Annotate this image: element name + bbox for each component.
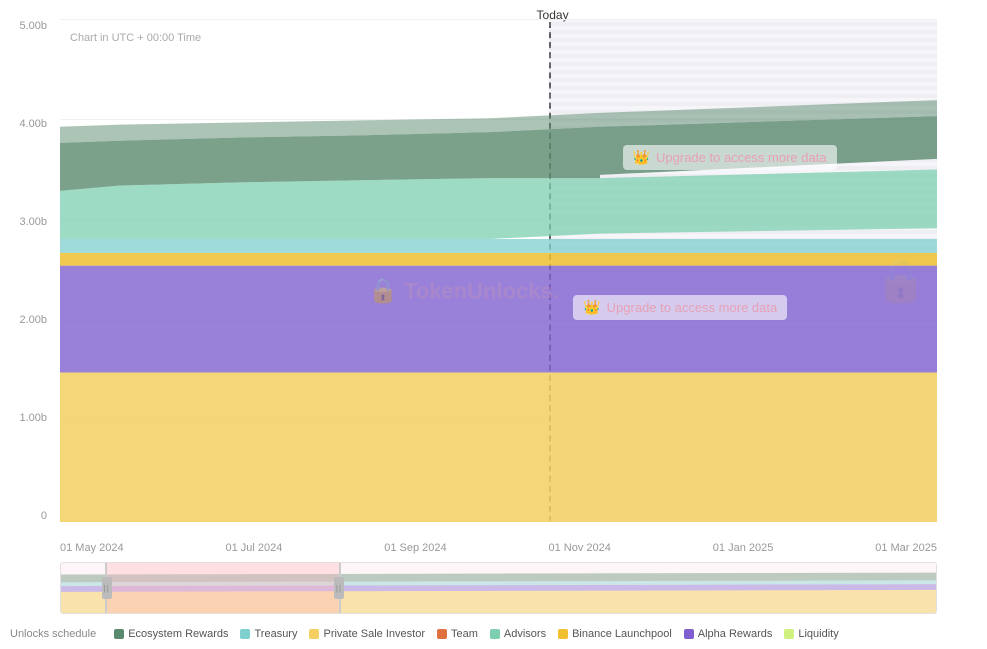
- legend-dot-liquidity: [784, 629, 794, 639]
- y-label-3: 3.00b: [0, 216, 47, 228]
- legend-item-alpha: Alpha Rewards: [684, 628, 773, 640]
- legend-dot-binance: [558, 629, 568, 639]
- chart-container: Chart in UTC + 00:00 Time Today 0 1.00b …: [0, 0, 987, 649]
- y-label-4: 4.00b: [0, 118, 47, 130]
- legend-item-advisors: Advisors: [490, 628, 546, 640]
- legend-dot-alpha: [684, 629, 694, 639]
- y-label-5: 5.00b: [0, 20, 47, 32]
- upgrade-text-mid: Upgrade to access more data: [607, 300, 778, 315]
- legend: Unlocks schedule Ecosystem Rewards Treas…: [0, 619, 987, 649]
- chart-area: Chart in UTC + 00:00 Time Today 0 1.00b …: [0, 0, 987, 562]
- legend-label-binance: Binance Launchpool: [572, 628, 672, 640]
- legend-label-ecosystem: Ecosystem Rewards: [128, 628, 228, 640]
- chart-svg: [60, 20, 937, 522]
- legend-unlock-schedule: Unlocks schedule: [10, 628, 102, 640]
- legend-label-private-sale: Private Sale Investor: [323, 628, 425, 640]
- crown-icon-mid: 👑: [583, 299, 600, 316]
- watermark-lock-right: 🔒: [875, 257, 927, 306]
- upgrade-banner-mid[interactable]: 👑 Upgrade to access more data: [573, 295, 787, 320]
- legend-dot-treasury: [240, 629, 250, 639]
- minimap-selection[interactable]: [105, 563, 341, 613]
- upgrade-banner-top[interactable]: 👑 Upgrade to access more data: [623, 145, 837, 170]
- legend-item-treasury: Treasury: [240, 628, 297, 640]
- y-axis: 0 1.00b 2.00b 3.00b 4.00b 5.00b: [0, 20, 55, 522]
- legend-label-team: Team: [451, 628, 478, 640]
- unlock-schedule-label: Unlocks schedule: [10, 628, 96, 640]
- x-label-0: 01 May 2024: [60, 542, 124, 554]
- legend-dot-ecosystem: [114, 629, 124, 639]
- legend-item-team: Team: [437, 628, 478, 640]
- legend-label-alpha: Alpha Rewards: [698, 628, 773, 640]
- legend-dot-team: [437, 629, 447, 639]
- legend-dot-advisors: [490, 629, 500, 639]
- legend-item-private-sale: Private Sale Investor: [309, 628, 425, 640]
- x-label-4: 01 Jan 2025: [713, 542, 774, 554]
- x-label-5: 01 Mar 2025: [875, 542, 937, 554]
- legend-dot-private-sale: [309, 629, 319, 639]
- legend-item-liquidity: Liquidity: [784, 628, 838, 640]
- x-label-3: 01 Nov 2024: [549, 542, 611, 554]
- legend-item-ecosystem: Ecosystem Rewards: [114, 628, 228, 640]
- x-label-2: 01 Sep 2024: [384, 542, 446, 554]
- legend-label-liquidity: Liquidity: [798, 628, 838, 640]
- legend-label-treasury: Treasury: [254, 628, 297, 640]
- y-label-1: 1.00b: [0, 412, 47, 424]
- x-label-1: 01 Jul 2024: [225, 542, 282, 554]
- minimap-handle-right[interactable]: [334, 577, 344, 599]
- x-axis: 01 May 2024 01 Jul 2024 01 Sep 2024 01 N…: [60, 542, 937, 554]
- y-label-0: 0: [0, 510, 47, 522]
- y-label-2: 2.00b: [0, 314, 47, 326]
- minimap[interactable]: [60, 562, 937, 614]
- legend-label-advisors: Advisors: [504, 628, 546, 640]
- legend-item-binance: Binance Launchpool: [558, 628, 672, 640]
- upgrade-text-top: Upgrade to access more data: [656, 150, 827, 165]
- crown-icon-top: 👑: [633, 149, 650, 166]
- minimap-handle-left[interactable]: [102, 577, 112, 599]
